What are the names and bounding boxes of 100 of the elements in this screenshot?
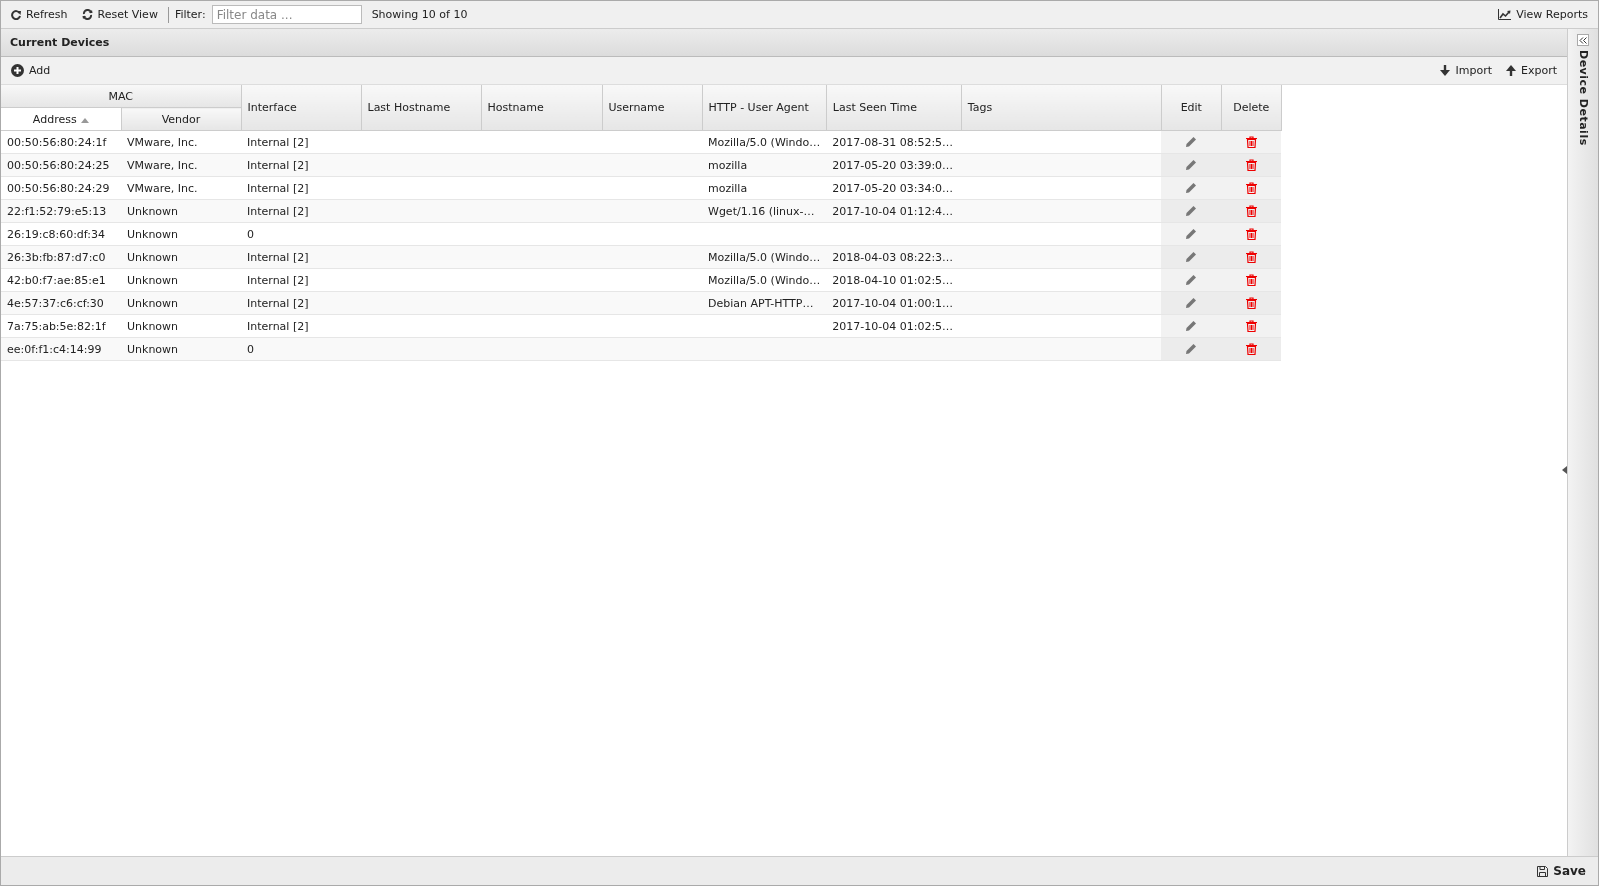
table-cell: Unknown: [127, 273, 179, 287]
table-cell: 0: [247, 342, 254, 356]
add-button[interactable]: Add: [7, 62, 55, 79]
sort-ascending-icon: [80, 116, 89, 123]
delete-button[interactable]: [1245, 274, 1257, 286]
edit-button[interactable]: [1185, 297, 1198, 309]
table-cell: 7a:75:ab:5e:82:1f: [7, 319, 106, 333]
pencil-icon: [1185, 320, 1198, 332]
refresh-button[interactable]: Refresh: [7, 6, 72, 23]
column-group-header: MAC: [1, 85, 241, 108]
column-header[interactable]: HTTP - User Agent: [702, 85, 827, 131]
reset-view-button[interactable]: Reset View: [77, 6, 162, 23]
edit-button[interactable]: [1185, 182, 1198, 194]
pencil-icon: [1185, 297, 1198, 309]
delete-button[interactable]: [1245, 228, 1257, 240]
pencil-icon: [1185, 205, 1198, 217]
edit-button[interactable]: [1185, 343, 1198, 355]
table-cell: 00:50:56:80:24:1f: [7, 135, 107, 149]
edit-button[interactable]: [1185, 251, 1198, 263]
table-cell: 2017-10-04 01:02:5…: [832, 319, 954, 333]
table-cell: VMware, Inc.: [127, 181, 198, 195]
save-button[interactable]: Save: [1533, 862, 1590, 880]
delete-button[interactable]: [1245, 182, 1257, 194]
export-button[interactable]: Export: [1502, 62, 1561, 79]
import-button[interactable]: Import: [1436, 62, 1496, 79]
table-cell: 22:f1:52:79:e5:13: [7, 204, 107, 218]
arrow-down-icon: [1440, 65, 1451, 76]
trash-icon: [1245, 297, 1257, 309]
table-cell: 2017-10-04 01:00:1…: [832, 296, 954, 310]
pencil-icon: [1185, 251, 1198, 263]
table-cell: Unknown: [127, 204, 179, 218]
delete-button[interactable]: [1245, 320, 1257, 332]
table-cell: Internal [2]: [247, 273, 309, 287]
table-cell: 2017-10-04 01:12:4…: [832, 204, 954, 218]
table-cell: VMware, Inc.: [127, 135, 198, 149]
table-cell: 2017-05-20 03:34:0…: [832, 181, 954, 195]
table-cell: Unknown: [127, 250, 179, 264]
table-cell: 2017-08-31 08:52:5…: [832, 135, 954, 149]
table-cell: mozilla: [708, 181, 748, 195]
filter-label: Filter:: [174, 8, 206, 21]
edit-button[interactable]: [1185, 205, 1198, 217]
table-cell: 00:50:56:80:24:25: [7, 158, 110, 172]
trash-icon: [1245, 343, 1257, 355]
trash-icon: [1245, 205, 1257, 217]
delete-button[interactable]: [1245, 251, 1257, 263]
trash-icon: [1245, 320, 1257, 332]
pencil-icon: [1185, 343, 1198, 355]
table-cell: Internal [2]: [247, 296, 309, 310]
column-header[interactable]: Edit: [1161, 85, 1222, 131]
delete-button[interactable]: [1245, 159, 1257, 171]
table-cell: 42:b0:f7:ae:85:e1: [7, 273, 106, 287]
trash-icon: [1245, 136, 1257, 148]
column-header[interactable]: Username: [602, 85, 702, 131]
view-reports-button[interactable]: View Reports: [1494, 6, 1592, 23]
plus-circle-icon: [11, 64, 24, 77]
table-cell: Internal [2]: [247, 319, 309, 333]
pencil-icon: [1185, 182, 1198, 194]
collapse-button[interactable]: [1577, 34, 1589, 46]
table-cell: 26:19:c8:60:df:34: [7, 227, 106, 241]
column-header[interactable]: Delete: [1221, 85, 1282, 131]
pencil-icon: [1185, 136, 1198, 148]
table-cell: 2018-04-10 01:02:5…: [832, 273, 954, 287]
edit-button[interactable]: [1185, 320, 1198, 332]
column-header[interactable]: Interface: [241, 85, 361, 131]
table-cell: 00:50:56:80:24:29: [7, 181, 110, 195]
panel-title: Current Devices: [10, 36, 110, 49]
delete-button[interactable]: [1245, 343, 1257, 355]
edit-button[interactable]: [1185, 136, 1198, 148]
side-panel-title: Device Details: [1576, 50, 1590, 146]
column-header[interactable]: Last Hostname: [361, 85, 481, 131]
table-cell: 0: [247, 227, 254, 241]
pencil-icon: [1185, 159, 1198, 171]
column-header[interactable]: Tags: [961, 85, 1162, 131]
pencil-icon: [1185, 228, 1198, 240]
delete-button[interactable]: [1245, 205, 1257, 217]
edit-button[interactable]: [1185, 159, 1198, 171]
column-header[interactable]: Last Seen Time: [826, 85, 962, 131]
trash-icon: [1245, 228, 1257, 240]
edit-button[interactable]: [1185, 274, 1198, 286]
column-header[interactable]: Address: [1, 107, 121, 131]
table-cell: Internal [2]: [247, 204, 309, 218]
pencil-icon: [1185, 274, 1198, 286]
edit-button[interactable]: [1185, 228, 1198, 240]
table-cell: Unknown: [127, 319, 179, 333]
filter-field[interactable]: Filter data ...: [211, 5, 362, 24]
delete-button[interactable]: [1245, 136, 1257, 148]
line-chart-icon: [1498, 9, 1512, 20]
column-header[interactable]: Vendor: [121, 107, 241, 131]
column-header[interactable]: Hostname: [481, 85, 602, 131]
delete-button[interactable]: [1245, 297, 1257, 309]
table-cell: 2018-04-03 08:22:3…: [832, 250, 954, 264]
table-cell: 26:3b:fb:87:d7:c0: [7, 250, 106, 264]
trash-icon: [1245, 159, 1257, 171]
table-cell: Unknown: [127, 296, 179, 310]
double-chevron-icon: [1579, 36, 1587, 44]
table-cell: Mozilla/5.0 (Windo…: [708, 135, 821, 149]
table-cell: VMware, Inc.: [127, 158, 198, 172]
table-cell: 4e:57:37:c6:cf:30: [7, 296, 104, 310]
table-cell: Debian APT-HTTP…: [708, 296, 814, 310]
arrow-up-icon: [1506, 65, 1516, 76]
